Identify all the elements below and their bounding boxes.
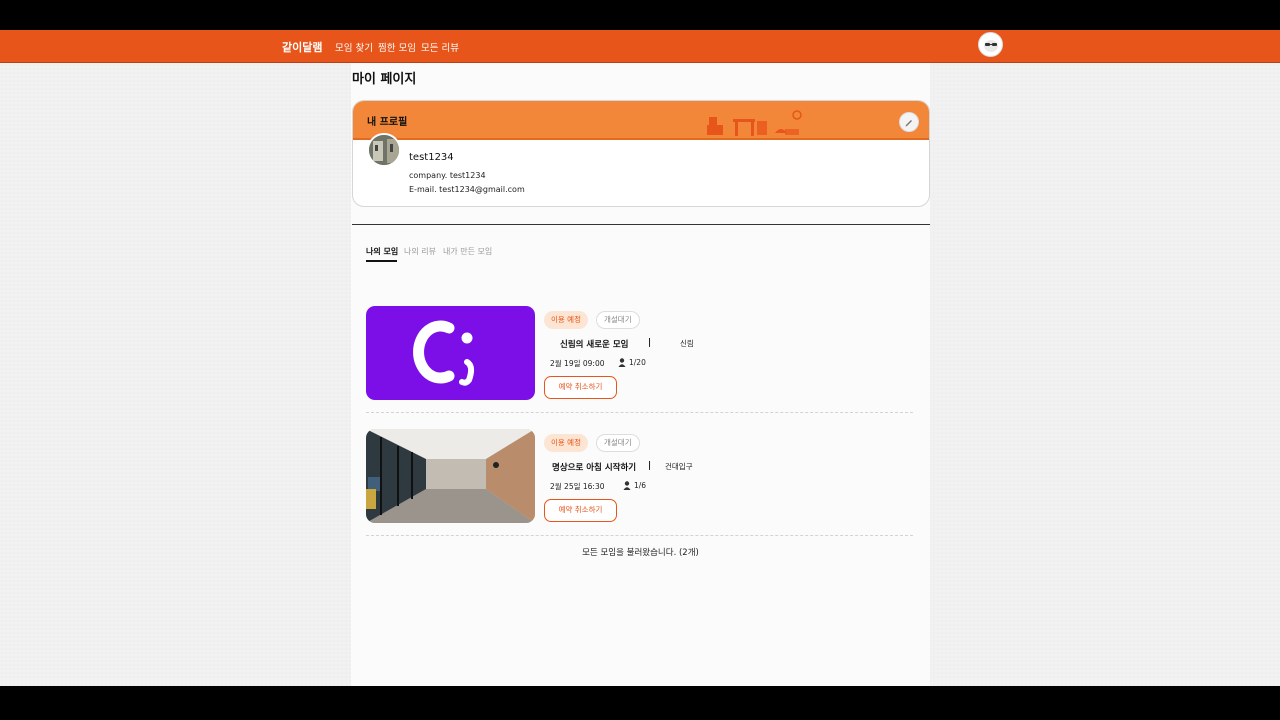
profile-email: E-mail. test1234@gmail.com xyxy=(409,185,525,194)
status-badge: 이용 예정 xyxy=(544,434,588,452)
meeting-card[interactable]: 이용 예정 개설대기 명상으로 아침 시작하기 | 건대입구 2월 25일 16… xyxy=(366,429,913,536)
meeting-card[interactable]: 이용 예정 개설대기 신림의 새로운 모임 | 신림 2월 19일 09:00 … xyxy=(366,306,913,413)
avatar-face-icon xyxy=(983,39,998,52)
meeting-location: 신림 xyxy=(680,339,694,348)
brand-logo[interactable]: 같이달램 xyxy=(282,39,322,55)
meeting-participants: 1/20 xyxy=(629,358,646,367)
office-corridor-image xyxy=(366,429,535,523)
meeting-thumbnail xyxy=(366,429,535,523)
meeting-location: 건대입구 xyxy=(665,462,693,471)
profile-card: 내 프로필 test1234 company. test1234 E-mail.… xyxy=(352,100,930,207)
title-separator: | xyxy=(648,338,652,348)
edit-profile-button[interactable] xyxy=(899,112,919,132)
profile-photo-image xyxy=(369,135,399,165)
profile-company: company. test1234 xyxy=(409,171,486,180)
cancel-reservation-button[interactable]: 예약 취소하기 xyxy=(544,376,617,399)
meeting-datetime: 2월 25일 16:30 xyxy=(550,482,605,491)
nav-find-meetings[interactable]: 모임 찾기 xyxy=(335,40,373,54)
tab-created-meetings[interactable]: 내가 만든 모임 xyxy=(443,246,492,257)
item-divider xyxy=(366,535,913,536)
nav-saved-meetings[interactable]: 찜한 모임 xyxy=(378,40,416,54)
pencil-icon xyxy=(905,120,912,127)
page-title: 마이 페이지 xyxy=(352,72,417,87)
person-icon xyxy=(623,481,631,490)
meeting-datetime: 2월 19일 09:00 xyxy=(550,359,605,368)
title-separator: | xyxy=(648,461,652,471)
profile-header-title: 내 프로필 xyxy=(367,117,408,128)
profile-header-illustration xyxy=(707,110,802,136)
profile-header: 내 프로필 xyxy=(353,101,929,140)
profile-username: test1234 xyxy=(409,152,454,163)
person-icon xyxy=(618,358,626,367)
profile-avatar xyxy=(367,133,401,167)
open-status-badge: 개설대기 xyxy=(596,311,640,329)
tab-my-reviews[interactable]: 나의 리뷰 xyxy=(404,246,436,257)
nav-all-reviews[interactable]: 모든 리뷰 xyxy=(421,40,459,54)
meeting-participants: 1/6 xyxy=(634,481,647,490)
meeting-title: 신림의 새로운 모임 xyxy=(560,340,629,350)
cancel-reservation-button[interactable]: 예약 취소하기 xyxy=(544,499,617,522)
tab-my-meetings[interactable]: 나의 모임 xyxy=(366,246,398,257)
meeting-thumbnail xyxy=(366,306,535,400)
top-navbar: 같이달램 모임 찾기 찜한 모임 모든 리뷰 xyxy=(0,30,1280,63)
item-divider xyxy=(366,412,913,413)
meeting-logo-image xyxy=(413,320,475,386)
meeting-title: 명상으로 아침 시작하기 xyxy=(552,463,637,473)
user-avatar-button[interactable] xyxy=(978,32,1003,57)
open-status-badge: 개설대기 xyxy=(596,434,640,452)
status-badge: 이용 예정 xyxy=(544,311,588,329)
